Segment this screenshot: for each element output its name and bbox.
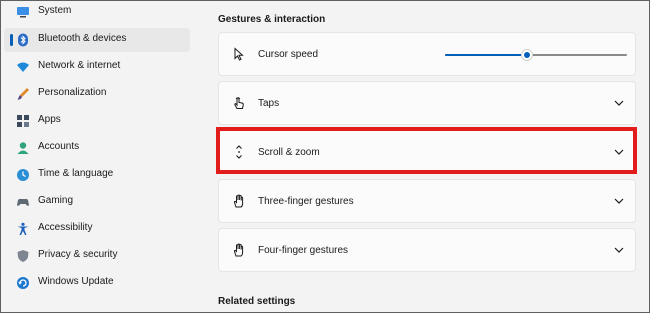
sidebar-item-label: Apps — [38, 114, 61, 125]
section-title-related-settings: Related settings — [218, 296, 296, 307]
chevron-down-icon — [614, 198, 624, 204]
chevron-down-icon — [614, 247, 624, 253]
monitor-icon — [17, 7, 29, 18]
sidebar-item-label: Network & internet — [38, 60, 121, 71]
sidebar-item-privacy[interactable]: Privacy & security — [4, 244, 190, 268]
hand-icon — [233, 194, 244, 208]
gamepad-icon — [17, 198, 29, 206]
taps-card[interactable]: Taps — [218, 81, 636, 125]
sidebar-item-accessibility[interactable]: Accessibility — [4, 217, 190, 241]
chevron-down-icon — [614, 100, 624, 106]
selection-indicator — [10, 34, 13, 46]
sidebar-item-system[interactable]: System — [4, 0, 190, 24]
sidebar-item-label: Accessibility — [38, 222, 93, 233]
accessibility-icon — [17, 222, 29, 235]
four-finger-gestures-card[interactable]: Four-finger gestures — [218, 228, 636, 272]
sidebar-item-label: Bluetooth & devices — [38, 33, 127, 44]
slider-thumb[interactable] — [520, 49, 533, 61]
sidebar-item-label: Accounts — [38, 141, 80, 152]
shield-icon — [17, 250, 29, 262]
card-label: Three-finger gestures — [258, 196, 354, 207]
person-icon — [17, 142, 29, 154]
settings-sidebar: System Bluetooth & devices Network & int… — [0, 0, 196, 313]
card-label: Scroll & zoom — [258, 147, 320, 158]
sidebar-item-accounts[interactable]: Accounts — [4, 136, 190, 160]
sidebar-item-label: Privacy & security — [38, 249, 118, 260]
cursor-speed-card: Cursor speed — [218, 32, 636, 76]
card-label: Taps — [258, 98, 280, 109]
sidebar-item-label: Time & language — [38, 168, 114, 179]
cursor-speed-slider[interactable] — [445, 49, 627, 61]
sidebar-item-apps[interactable]: Apps — [4, 109, 190, 133]
apps-icon — [17, 115, 29, 127]
sidebar-item-time-language[interactable]: Time & language — [4, 163, 190, 187]
sidebar-item-personalization[interactable]: Personalization — [4, 82, 190, 106]
slider-fill — [445, 54, 527, 56]
sidebar-item-windows-update[interactable]: Windows Update — [4, 271, 190, 295]
sidebar-item-label: Gaming — [38, 195, 74, 206]
tap-icon — [234, 97, 244, 109]
sidebar-item-gaming[interactable]: Gaming — [4, 190, 190, 214]
sidebar-item-bluetooth[interactable]: Bluetooth & devices — [4, 28, 190, 52]
chevron-down-icon — [614, 149, 624, 155]
sidebar-item-label: Personalization — [38, 87, 107, 98]
cursor-icon — [234, 47, 244, 61]
card-label: Four-finger gestures — [258, 245, 349, 256]
update-icon — [17, 277, 29, 289]
scroll-icon — [236, 145, 242, 159]
sidebar-item-label: System — [38, 5, 72, 16]
sidebar-item-network[interactable]: Network & internet — [4, 55, 190, 79]
globe-clock-icon — [17, 169, 29, 181]
brush-icon — [17, 88, 29, 100]
hand-icon — [233, 243, 244, 257]
sidebar-item-label: Windows Update — [38, 276, 114, 287]
bluetooth-icon — [18, 33, 28, 47]
three-finger-gestures-card[interactable]: Three-finger gestures — [218, 179, 636, 223]
section-title-gestures: Gestures & interaction — [218, 14, 326, 25]
card-label: Cursor speed — [258, 49, 319, 60]
scroll-zoom-card[interactable]: Scroll & zoom — [218, 130, 636, 174]
wifi-icon — [17, 62, 29, 72]
